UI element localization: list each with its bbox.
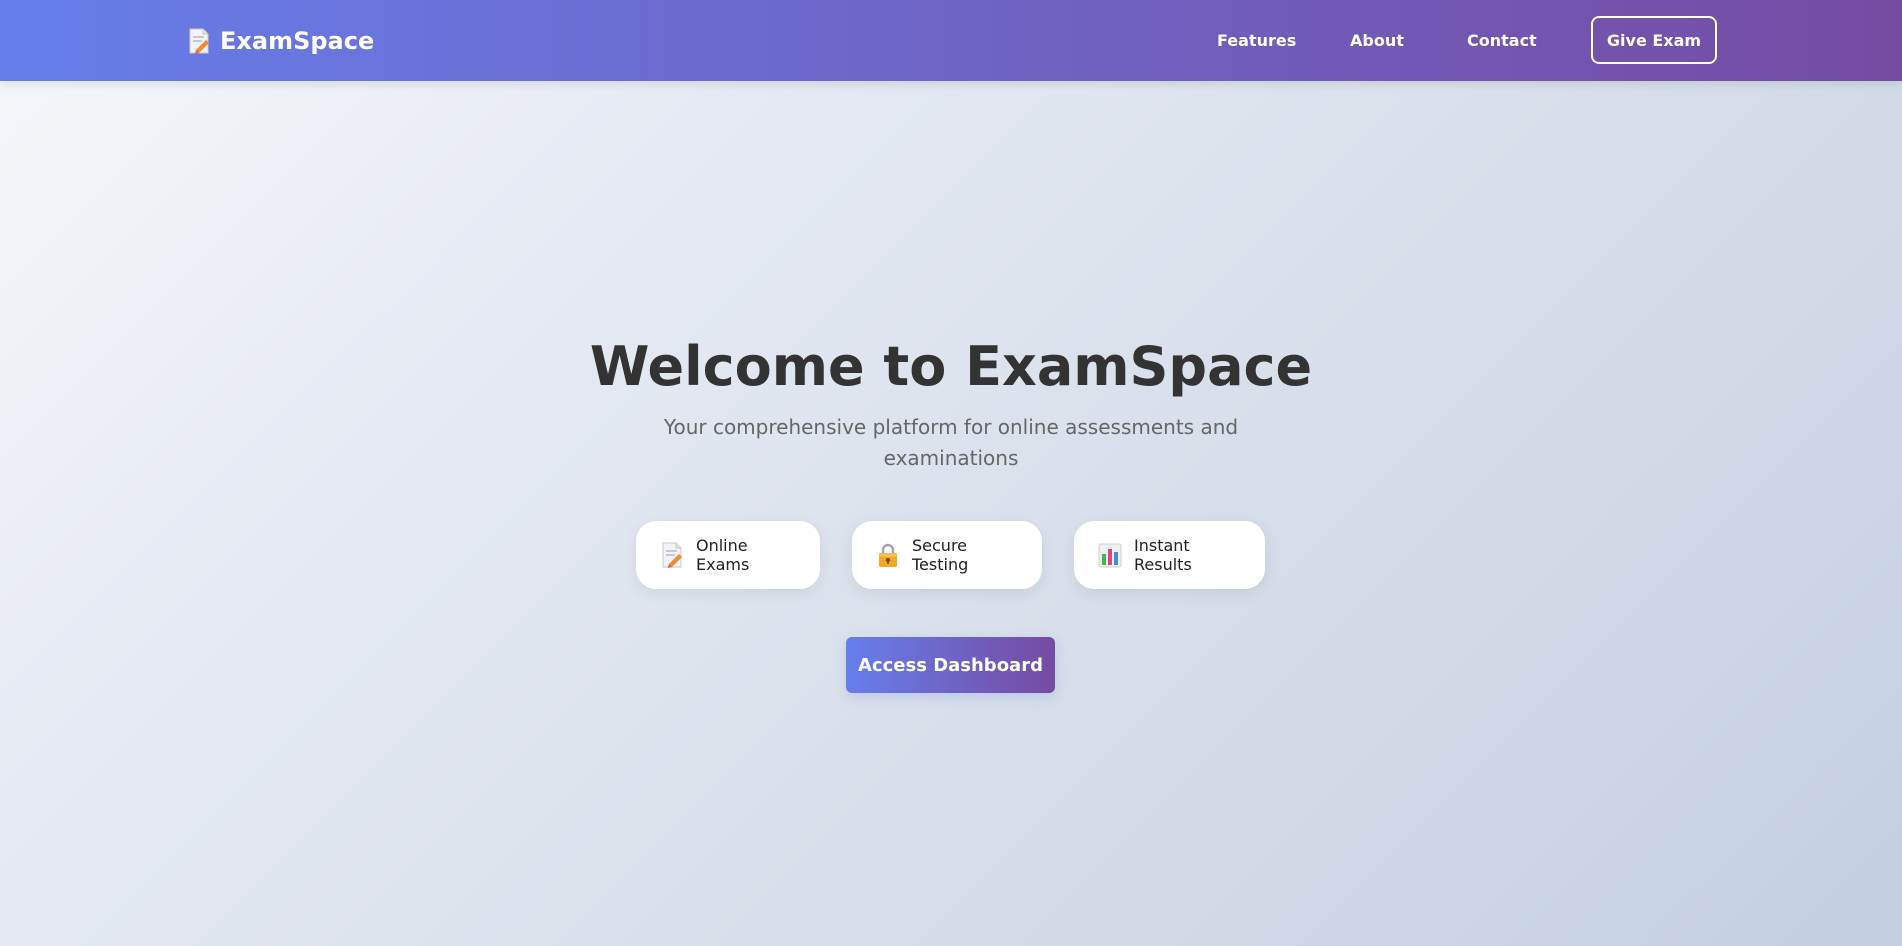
feature-card-secure-testing: Secure Testing: [852, 521, 1042, 589]
feature-card-online-exams: Online Exams: [636, 521, 820, 589]
feature-label: Online Exams: [696, 536, 750, 574]
hero-title: Welcome to ExamSpace: [589, 335, 1313, 398]
lock-icon: [879, 543, 897, 567]
bar-chart-icon: [1098, 543, 1122, 568]
nav-link-features[interactable]: Features: [1217, 0, 1296, 81]
feature-label: Instant Results: [1134, 536, 1192, 574]
hero-subtitle: Your comprehensive platform for online a…: [663, 415, 1239, 470]
feature-card-instant-results: Instant Results: [1074, 521, 1265, 589]
nav-link-about[interactable]: About: [1350, 0, 1404, 81]
give-exam-button[interactable]: Give Exam: [1591, 16, 1717, 64]
nav-link-contact[interactable]: Contact: [1467, 0, 1537, 81]
memo-icon: [662, 542, 682, 568]
navbar: ExamSpace Features About Contact Give Ex…: [0, 0, 1902, 81]
feature-label: Secure Testing: [912, 536, 969, 574]
access-dashboard-button[interactable]: Access Dashboard: [846, 637, 1055, 693]
